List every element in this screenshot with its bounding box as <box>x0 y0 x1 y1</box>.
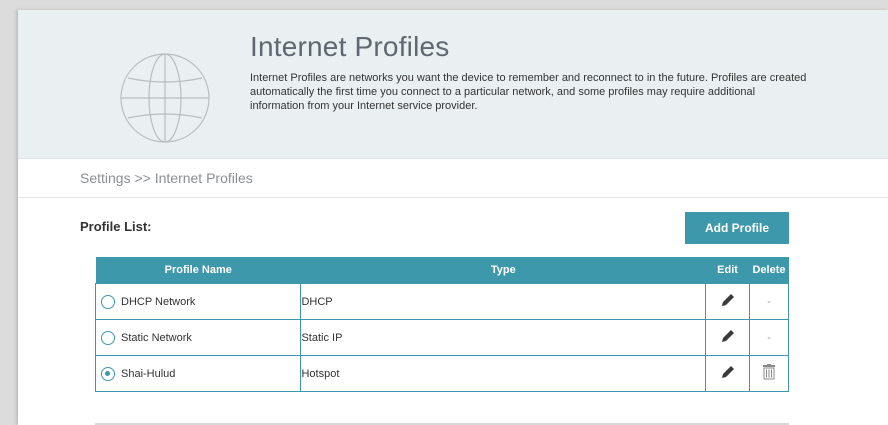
profile-radio-dhcp[interactable] <box>101 294 115 309</box>
edit-cell <box>705 355 750 392</box>
column-header-delete: Delete <box>749 257 789 284</box>
column-header-edit: Edit <box>705 257 750 284</box>
edit-pencil-icon[interactable] <box>719 327 737 348</box>
delete-disabled: - <box>767 331 771 344</box>
trash-icon[interactable] <box>762 364 776 383</box>
table-row: Shai-Hulud Hotspot <box>94 355 789 392</box>
profile-radio-shai-hulud[interactable] <box>101 366 115 381</box>
table-row: DHCP Network DHCP - <box>94 283 789 320</box>
settings-panel: Internet Profiles Internet Profiles are … <box>18 10 888 425</box>
profile-name-cell: Shai-Hulud <box>94 355 302 392</box>
breadcrumb: Settings >> Internet Profiles <box>80 170 253 186</box>
delete-disabled: - <box>767 295 771 308</box>
profile-name-cell: DHCP Network <box>94 283 302 320</box>
edit-pencil-icon[interactable] <box>719 291 737 312</box>
delete-cell: - <box>749 283 789 320</box>
profile-type: Hotspot <box>300 355 707 392</box>
profile-name: Shai-Hulud <box>121 367 176 380</box>
profile-name: Static Network <box>121 331 192 344</box>
table-header-row: Profile Name Type Edit Delete <box>95 257 789 284</box>
globe-icon <box>120 53 210 143</box>
add-profile-button[interactable]: Add Profile <box>685 212 789 244</box>
profile-name: DHCP Network <box>121 295 196 308</box>
delete-cell: - <box>749 319 789 356</box>
page-description: Internet Profiles are networks you want … <box>250 72 807 112</box>
column-header-type: Type <box>300 257 706 284</box>
profile-table: Profile Name Type Edit Delete DHCP Netwo… <box>94 257 789 392</box>
profile-type: DHCP <box>300 283 707 320</box>
profile-list-label: Profile List: <box>80 219 152 234</box>
edit-cell <box>705 319 750 356</box>
edit-pencil-icon[interactable] <box>719 363 737 384</box>
divider <box>18 197 888 198</box>
table-row: Static Network Static IP - <box>94 319 789 356</box>
profile-type: Static IP <box>300 319 707 356</box>
page-title: Internet Profiles <box>250 31 450 62</box>
delete-cell <box>749 355 789 392</box>
column-header-profile-name: Profile Name <box>95 257 301 284</box>
profile-radio-static[interactable] <box>101 330 115 345</box>
edit-cell <box>705 283 750 320</box>
page-header: Internet Profiles Internet Profiles are … <box>18 10 888 159</box>
profile-name-cell: Static Network <box>94 319 302 356</box>
